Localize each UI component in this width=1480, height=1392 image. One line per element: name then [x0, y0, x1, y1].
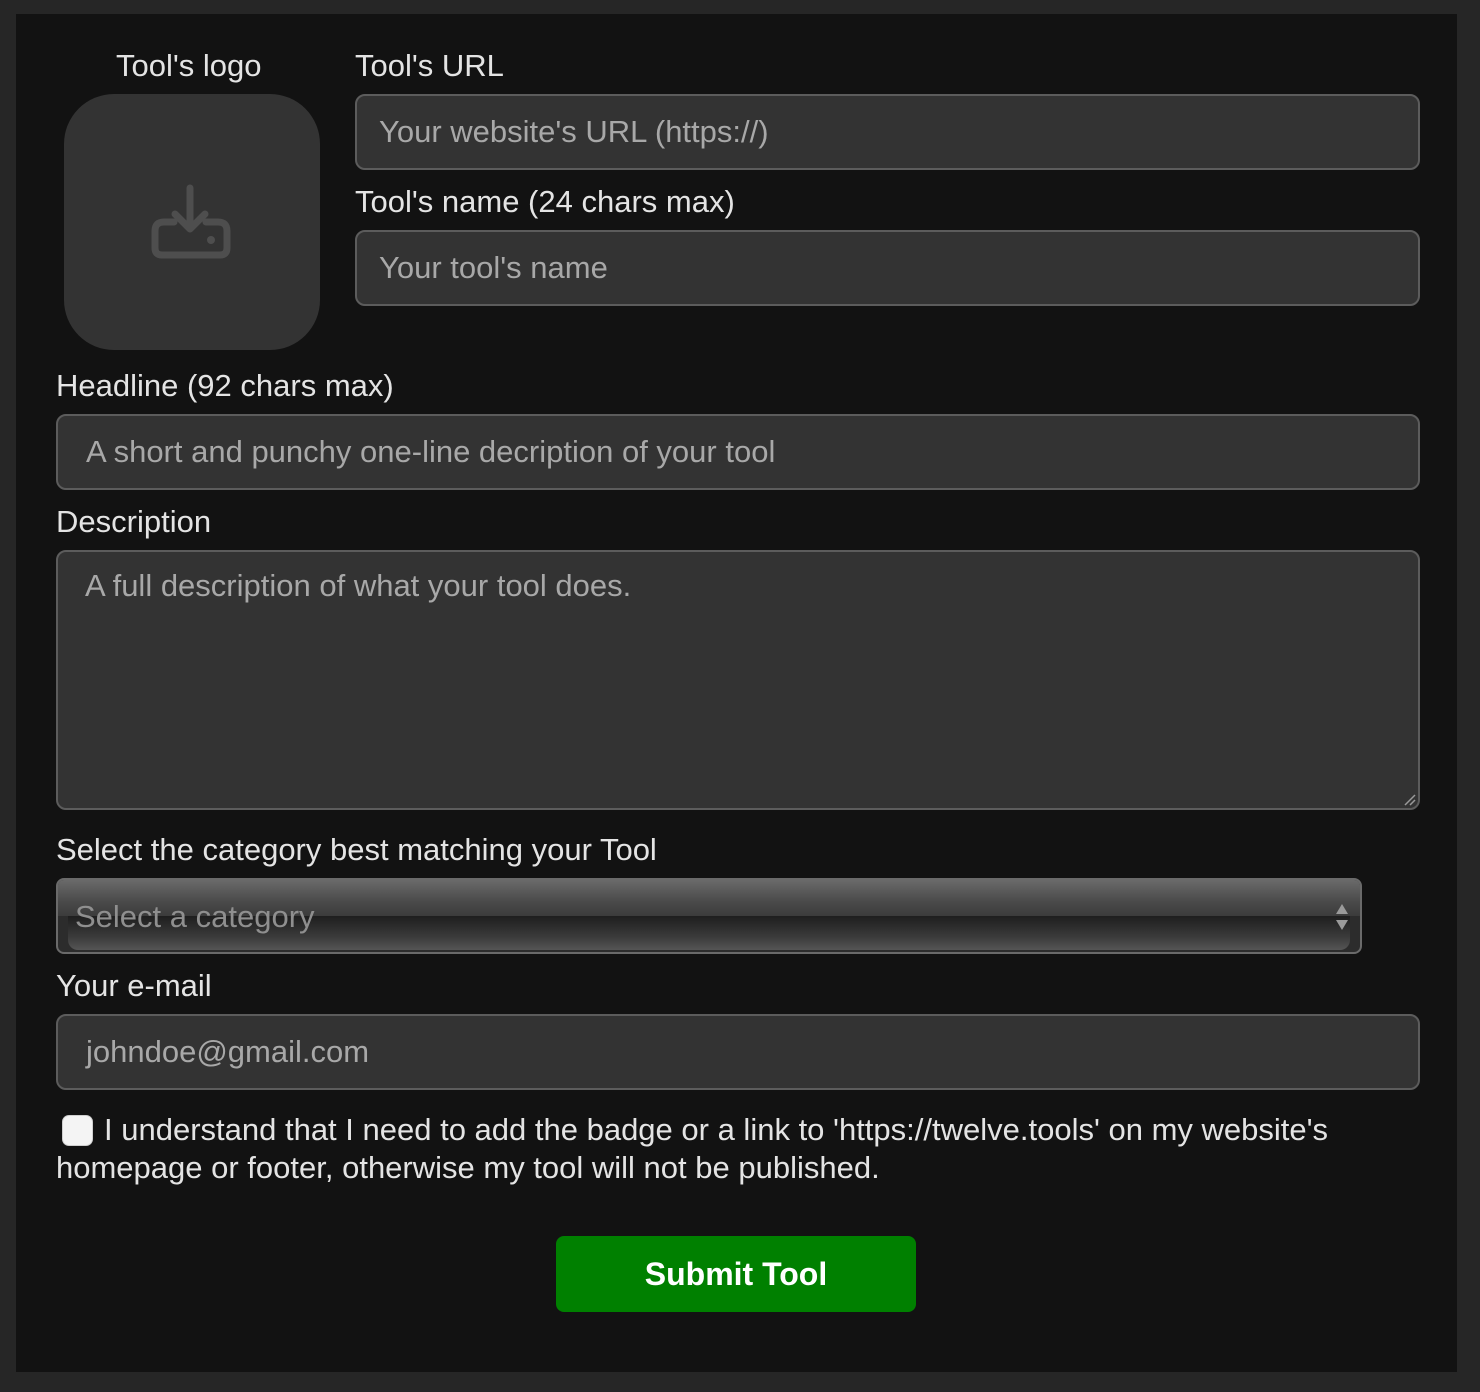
category-label: Select the category best matching your T… [56, 832, 657, 867]
name-placeholder: Your tool's name [379, 250, 608, 285]
resize-grip-icon[interactable] [1402, 792, 1416, 806]
description-placeholder: A full description of what your tool doe… [85, 568, 632, 603]
description-label: Description [56, 504, 212, 539]
name-input[interactable]: Your tool's name [355, 230, 1420, 306]
select-arrows-icon [1336, 904, 1348, 930]
description-textarea[interactable]: A full description of what your tool doe… [56, 550, 1420, 810]
email-placeholder: johndoe@gmail.com [86, 1034, 370, 1069]
headline-input[interactable]: A short and punchy one-line decription o… [56, 414, 1420, 490]
url-placeholder: Your website's URL (https://) [379, 114, 769, 149]
consent-checkbox[interactable] [62, 1115, 93, 1146]
name-label: Tool's name (24 chars max) [355, 184, 735, 219]
logo-upload-dropzone[interactable] [64, 94, 320, 350]
submit-tool-button[interactable]: Submit Tool [556, 1236, 916, 1312]
submit-tool-form: Tool's logo Tool's URL Your website's UR… [16, 14, 1457, 1372]
consent-text: I understand that I need to add the badg… [56, 1112, 1329, 1185]
upload-tray-icon [151, 184, 231, 259]
headline-label: Headline (92 chars max) [56, 368, 394, 403]
headline-placeholder: A short and punchy one-line decription o… [86, 434, 776, 469]
category-select[interactable]: Select a category [56, 878, 1362, 954]
email-label: Your e-mail [56, 968, 212, 1003]
logo-label: Tool's logo [116, 48, 262, 83]
email-input[interactable]: johndoe@gmail.com [56, 1014, 1420, 1090]
category-selected-value: Select a category [75, 899, 315, 934]
url-input[interactable]: Your website's URL (https://) [355, 94, 1420, 170]
url-label: Tool's URL [355, 48, 504, 83]
